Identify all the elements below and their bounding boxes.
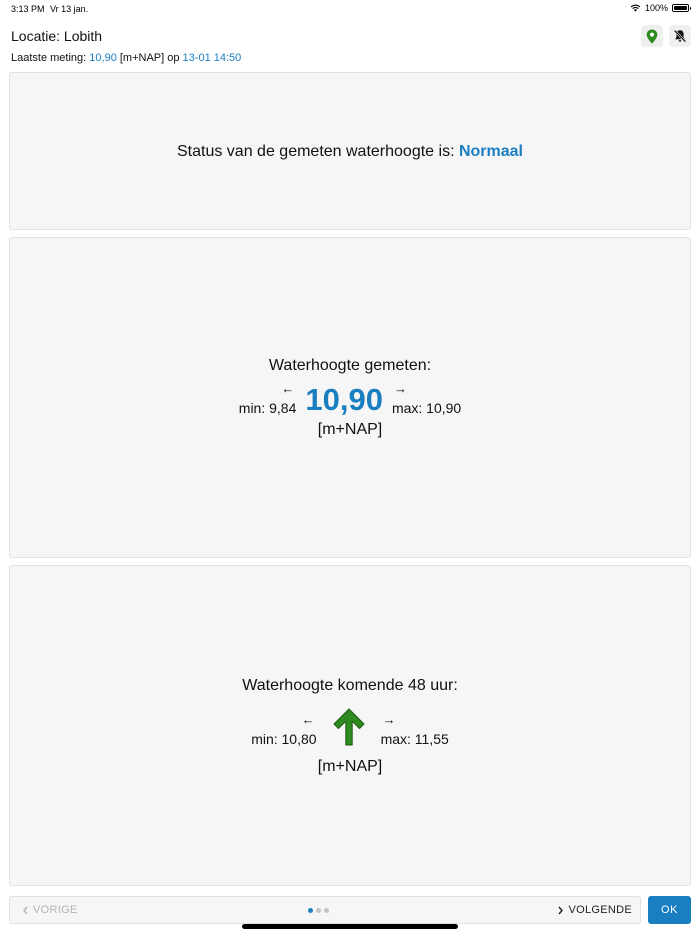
forecast-max: → max: 11,55 xyxy=(380,713,449,748)
measured-max-value: max: 10,90 xyxy=(391,400,462,416)
forecast-card: Waterhoogte komende 48 uur: ← min: 10,80… xyxy=(9,565,691,886)
last-measurement-unit: [m+NAP] op xyxy=(119,52,180,64)
measured-value: 10,90 xyxy=(305,382,383,417)
forecast-title: Waterhoogte komende 48 uur: xyxy=(242,677,458,694)
status-time: 3:13 PM xyxy=(11,4,45,14)
forecast-max-value: max: 11,55 xyxy=(380,731,449,747)
last-measurement-prefix: Laatste meting: xyxy=(11,52,87,64)
battery-percent: 100% xyxy=(644,3,668,13)
previous-button[interactable]: VORIGE xyxy=(22,904,78,916)
min-arrow: ← xyxy=(301,712,315,727)
measured-unit: [m+NAP] xyxy=(317,421,383,438)
location-button[interactable] xyxy=(641,25,663,47)
last-measurement-datetime: 13-01 14:50 xyxy=(182,52,242,64)
previous-label: VORIGE xyxy=(33,904,78,916)
status-right: 100% xyxy=(630,3,691,13)
status-value: Normaal xyxy=(458,143,523,160)
forecast-unit: [m+NAP] xyxy=(317,758,383,775)
page-dot-active xyxy=(308,908,313,913)
home-indicator xyxy=(242,924,458,929)
measured-card: Waterhoogte gemeten: ← min: 9,84 10,90 →… xyxy=(9,237,691,558)
location-pin-icon xyxy=(646,29,658,43)
notification-off-icon xyxy=(673,29,687,43)
forecast-min-value: min: 10,80 xyxy=(251,731,317,747)
page-dot xyxy=(324,908,329,913)
measured-row: ← min: 9,84 10,90 → max: 10,90 xyxy=(10,382,690,417)
status-date: Vr 13 jan. xyxy=(50,4,89,14)
last-measurement: Laatste meting: 10,90 [m+NAP] op 13-01 1… xyxy=(11,52,241,64)
last-measurement-value: 10,90 xyxy=(89,52,117,64)
max-arrow: → xyxy=(393,381,407,396)
page-title: Locatie: Lobith xyxy=(11,28,103,44)
header-actions xyxy=(641,25,691,47)
ok-button[interactable]: OK xyxy=(648,896,691,924)
measured-title: Waterhoogte gemeten: xyxy=(268,357,432,374)
page-indicator xyxy=(308,908,329,913)
status-card: Status van de gemeten waterhoogte is: No… xyxy=(9,72,691,230)
max-arrow: → xyxy=(382,712,396,727)
chevron-right-icon xyxy=(558,906,564,914)
page-dot xyxy=(316,908,321,913)
arrow-up-icon xyxy=(333,708,365,746)
measured-min-value: min: 9,84 xyxy=(238,400,297,416)
bottom-navigation: VORIGE VOLGENDE xyxy=(9,896,641,924)
status-line: Status van de gemeten waterhoogte is: No… xyxy=(10,143,690,161)
next-button[interactable]: VOLGENDE xyxy=(557,904,632,916)
measured-min: ← min: 9,84 xyxy=(238,382,297,417)
status-text: Status van de gemeten waterhoogte is: xyxy=(177,143,455,160)
next-label: VOLGENDE xyxy=(568,904,632,916)
measured-max: → max: 10,90 xyxy=(391,382,462,417)
forecast-row: ← min: 10,80 → max: 11,55 xyxy=(10,707,690,747)
wifi-icon xyxy=(630,4,641,12)
forecast-min: ← min: 10,80 xyxy=(251,713,317,748)
notifications-button[interactable] xyxy=(669,25,691,47)
status-bar: 3:13 PM Vr 13 jan. 100% xyxy=(0,0,700,18)
chevron-left-icon xyxy=(23,906,28,914)
battery-icon xyxy=(672,4,691,12)
min-arrow: ← xyxy=(281,381,295,396)
